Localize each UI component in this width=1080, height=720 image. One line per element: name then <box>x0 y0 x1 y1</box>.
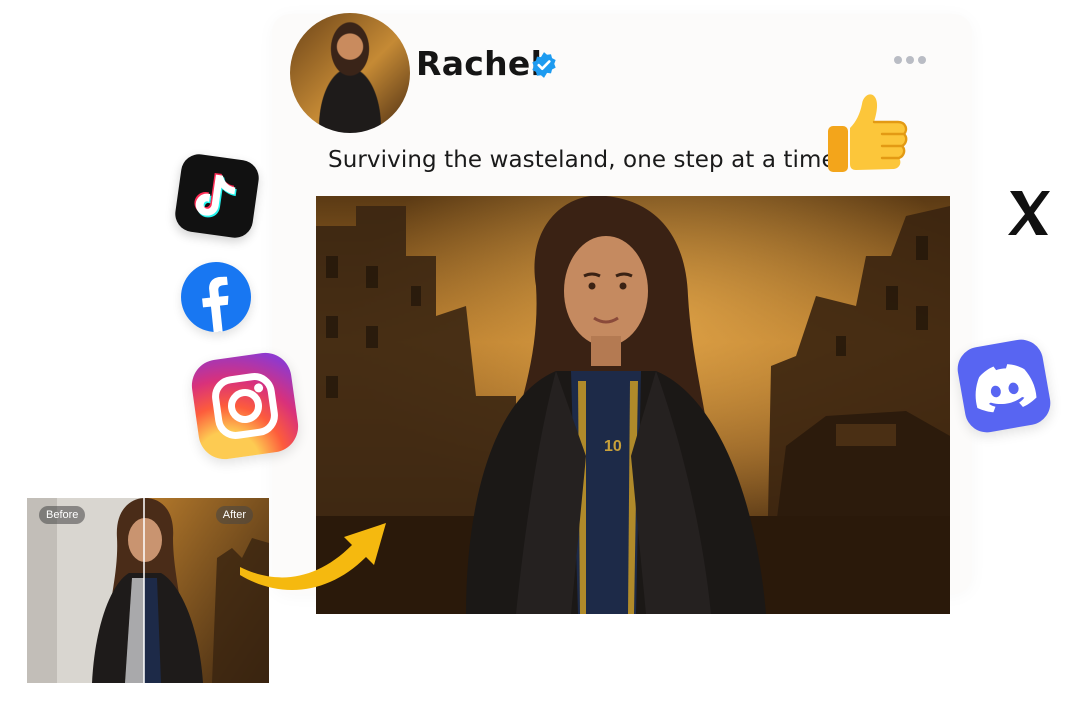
post-caption: Surviving the wasteland, one step at a t… <box>328 147 844 173</box>
facebook-icon[interactable] <box>177 258 255 336</box>
x-icon[interactable] <box>998 183 1058 243</box>
before-after-image <box>27 498 269 683</box>
avatar[interactable] <box>290 13 410 133</box>
wasteland-portrait-image: 10 <box>316 196 950 614</box>
discord-icon[interactable] <box>954 336 1054 436</box>
post-photo[interactable]: 10 <box>316 196 950 614</box>
before-label: Before <box>39 506 86 524</box>
username[interactable]: Rachel <box>416 44 542 83</box>
more-options-icon[interactable] <box>894 56 926 64</box>
tiktok-icon[interactable] <box>172 151 262 241</box>
thumbs-up-emoji <box>828 94 908 172</box>
before-after-preview[interactable]: Before After <box>27 498 269 683</box>
verified-badge-icon <box>532 52 556 78</box>
instagram-icon[interactable] <box>188 349 302 463</box>
curved-arrow-icon <box>240 523 386 590</box>
jersey-number: 10 <box>604 438 622 455</box>
